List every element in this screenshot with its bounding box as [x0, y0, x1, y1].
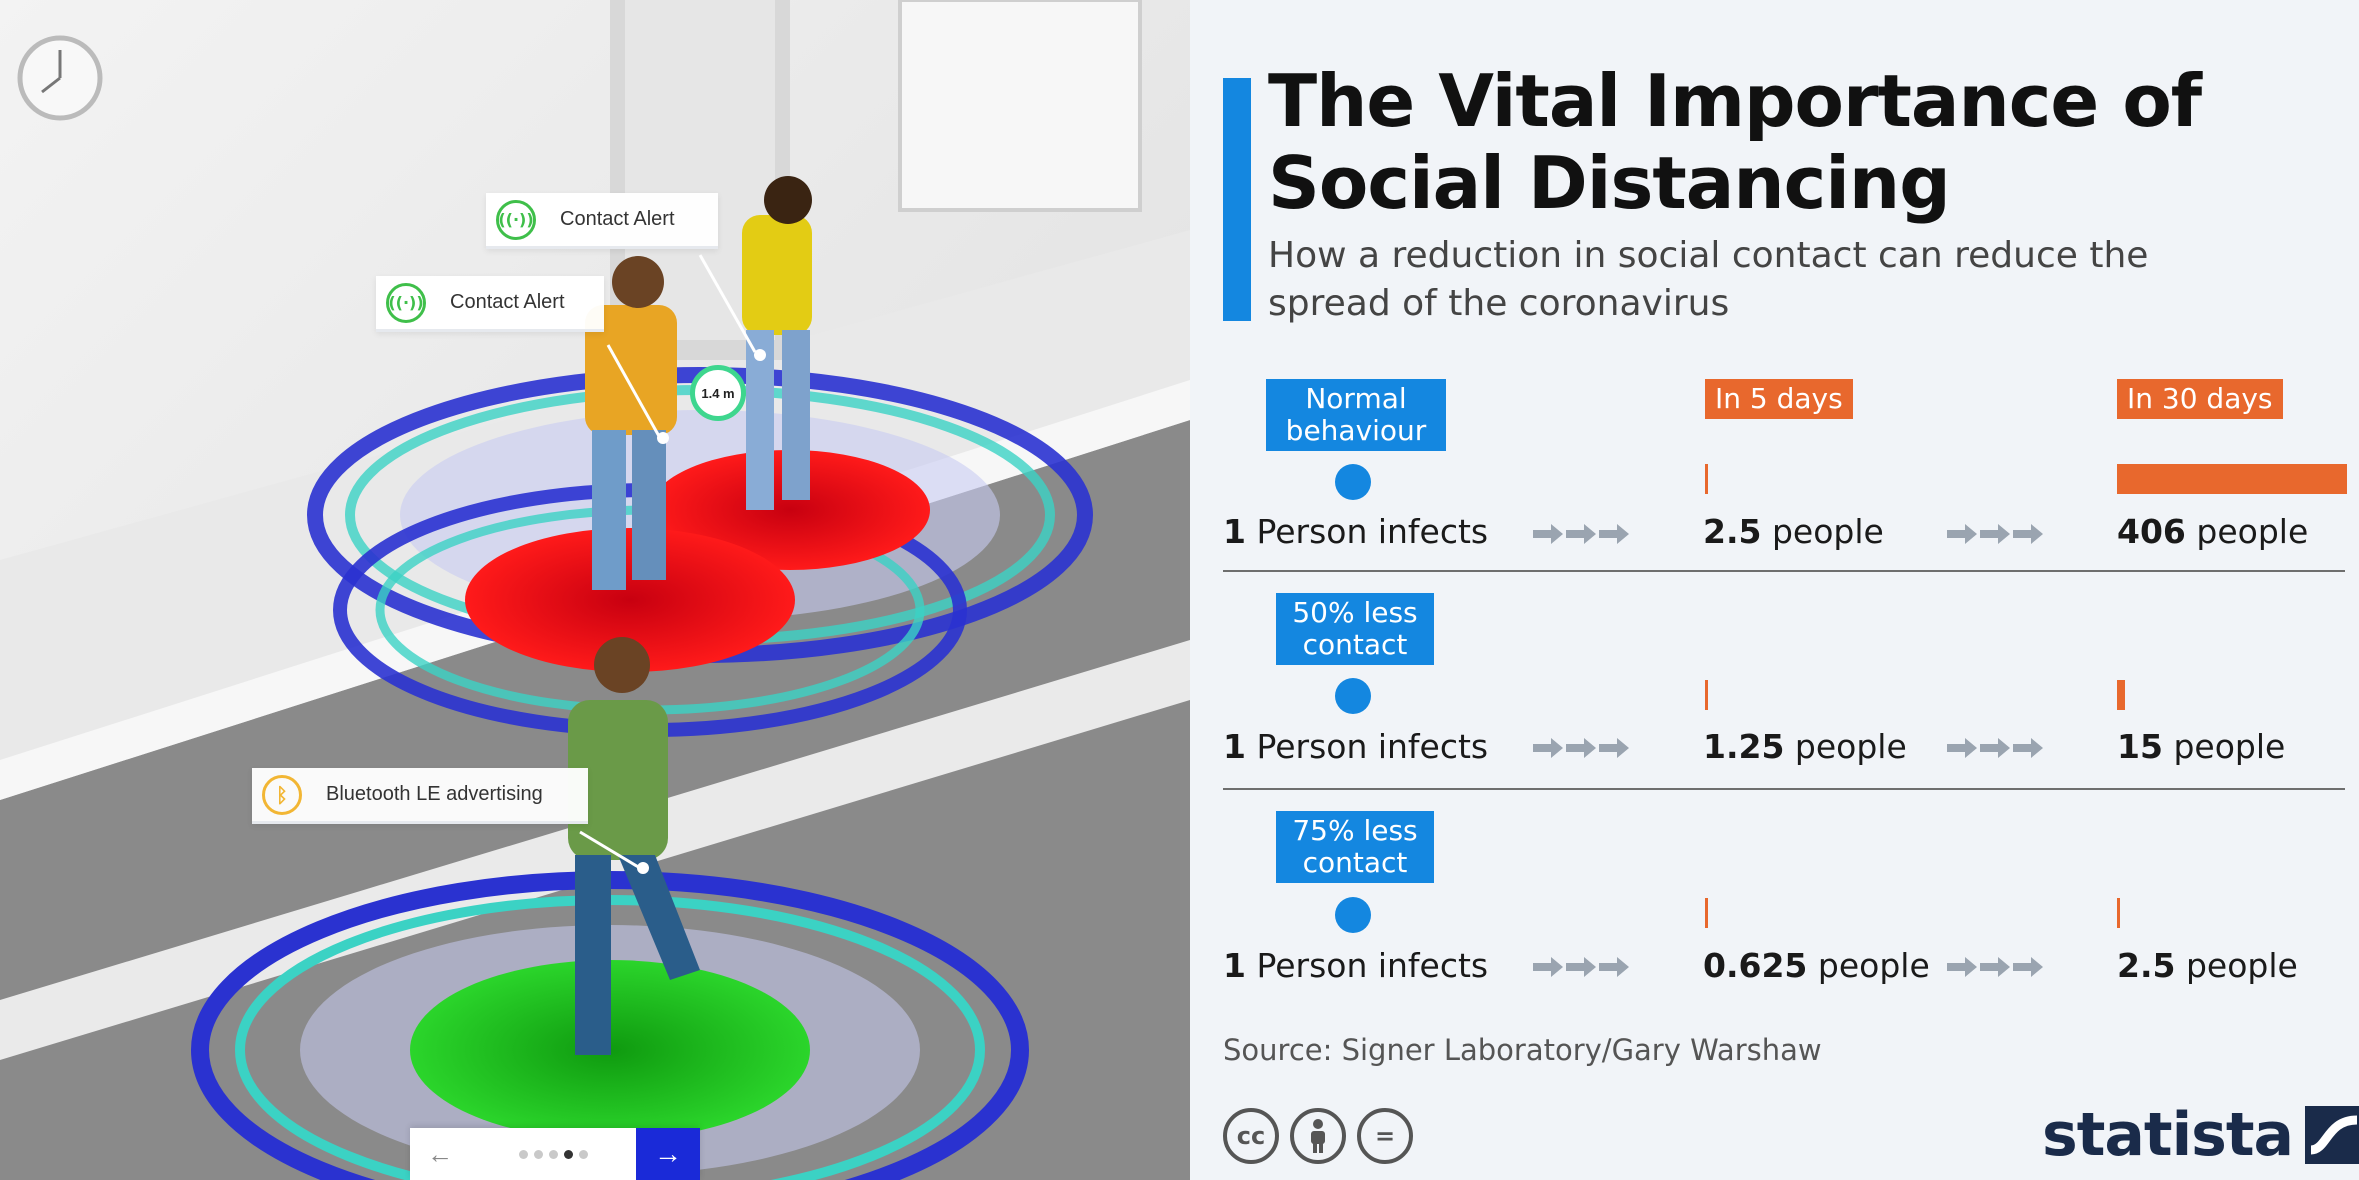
- distance-badge: 1.4 m: [690, 365, 746, 421]
- row-label-50: 50% less contact: [1276, 593, 1434, 665]
- value-5-days: 1.25 people: [1703, 727, 1907, 766]
- bar-5-days: [1705, 898, 1708, 928]
- arrows-icon: [1947, 738, 2043, 758]
- value-30-days: 15 people: [2117, 727, 2286, 766]
- person-dot: [1335, 897, 1371, 933]
- wall-clock-icon: [17, 35, 103, 121]
- illustration-scene: ((·)) Contact Alert ((·)) Contact Alert …: [0, 0, 1190, 1180]
- contact-signal-icon: ((·)): [386, 282, 426, 323]
- contact-alert-tag: ((·)) Contact Alert: [486, 193, 718, 249]
- bar-30-days: [2117, 898, 2120, 928]
- pager-dot[interactable]: [578, 1149, 588, 1159]
- pager-dot[interactable]: [533, 1149, 543, 1159]
- contact-alert-tag: ((·)) Contact Alert: [376, 276, 604, 332]
- row-divider: [1223, 788, 2345, 790]
- pager-dots: [470, 1149, 636, 1159]
- statista-mark-icon: [2305, 1106, 2359, 1164]
- start-cell: 1 Person infects: [1223, 727, 1489, 766]
- column-header-30-days: In 30 days: [2117, 379, 2283, 419]
- arrows-icon: [1533, 738, 1629, 758]
- bluetooth-icon: ᛒ: [262, 774, 302, 815]
- row-label-normal: Normal behaviour: [1266, 379, 1446, 451]
- arrows-icon: [1947, 957, 2043, 977]
- bar-5-days: [1705, 464, 1708, 494]
- bluetooth-label: Bluetooth LE advertising: [326, 783, 543, 805]
- pager-dot[interactable]: [548, 1149, 558, 1159]
- creative-commons-icon[interactable]: cc: [1223, 1108, 1279, 1164]
- pager-dot[interactable]: [518, 1149, 528, 1159]
- row-divider: [1223, 570, 2345, 572]
- bar-30-days: [2117, 464, 2347, 494]
- arrows-icon: [1947, 524, 2043, 544]
- bar-30-days: [2117, 680, 2126, 710]
- pager-dot-active[interactable]: [563, 1149, 573, 1159]
- carousel-pager: ← →: [410, 1128, 700, 1180]
- value-30-days: 2.5 people: [2117, 946, 2298, 985]
- start-cell: 1 Person infects: [1223, 512, 1489, 551]
- infographic-panel: The Vital Importance of Social Distancin…: [1190, 0, 2359, 1180]
- contact-alert-label: Contact Alert: [450, 291, 565, 313]
- value-5-days: 2.5 people: [1703, 512, 1884, 551]
- arrow-right-icon[interactable]: →: [636, 1128, 700, 1180]
- no-derivatives-icon[interactable]: =: [1357, 1108, 1413, 1164]
- column-header-5-days: In 5 days: [1705, 379, 1853, 419]
- brand-wordmark: statista: [2042, 1100, 2294, 1170]
- statista-logo[interactable]: statista: [2042, 1100, 2359, 1170]
- arrows-icon: [1533, 957, 1629, 977]
- attribution-icon[interactable]: [1290, 1108, 1346, 1164]
- title-accent-bar: [1223, 78, 1251, 321]
- infographic-title: The Vital Importance of Social Distancin…: [1268, 59, 2202, 225]
- contact-signal-icon: ((·)): [496, 199, 536, 240]
- value-30-days: 406 people: [2117, 512, 2309, 551]
- value-5-days: 0.625 people: [1703, 946, 1930, 985]
- bar-5-days: [1705, 680, 1708, 710]
- bluetooth-tag: ᛒ Bluetooth LE advertising: [252, 768, 588, 824]
- source-note: Source: Signer Laboratory/Gary Warshaw: [1223, 1033, 1822, 1067]
- person-dot: [1335, 464, 1371, 500]
- start-cell: 1 Person infects: [1223, 946, 1489, 985]
- row-label-75: 75% less contact: [1276, 811, 1434, 883]
- contact-alert-label: Contact Alert: [560, 208, 675, 230]
- scene-illustration: [0, 0, 1190, 1180]
- infographic-subtitle: How a reduction in social contact can re…: [1268, 235, 2149, 324]
- arrows-icon: [1533, 524, 1629, 544]
- arrow-left-icon[interactable]: ←: [410, 1139, 470, 1170]
- person-dot: [1335, 678, 1371, 714]
